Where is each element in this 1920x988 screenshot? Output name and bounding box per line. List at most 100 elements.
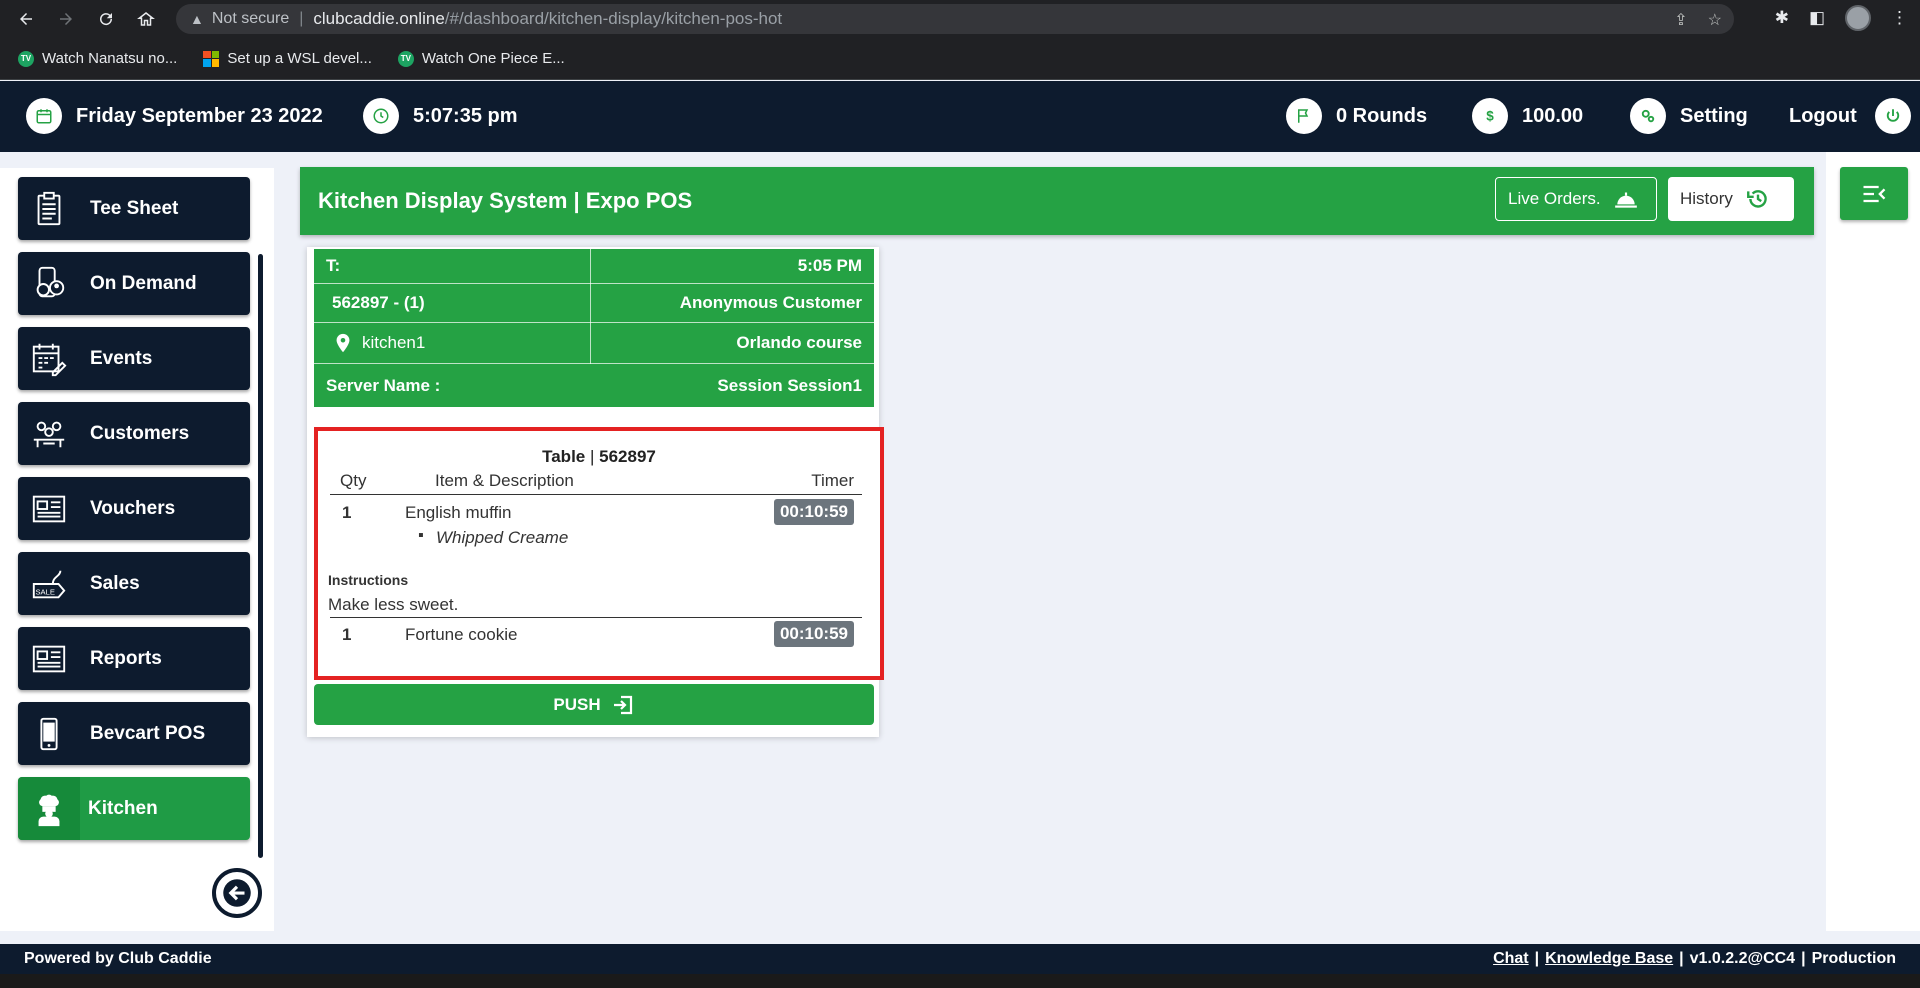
environment-text: Production [1811,950,1896,967]
logout-button[interactable]: Logout [1789,98,1911,134]
svg-text:SALE: SALE [35,587,54,596]
url-host: clubcaddie.online [313,9,445,28]
calendar-icon [26,98,62,134]
bookmark-label: Set up a WSL devel... [227,50,372,67]
bookmark-label: Watch Nanatsu no... [42,50,178,67]
order-items-panel[interactable]: Table | 562897 Qty Item & Description Ti… [314,427,884,680]
column-timer: Timer [811,471,854,490]
item-timer: 00:10:59 [773,621,854,647]
clipboard-icon [26,186,72,232]
logout-label: Logout [1789,104,1857,127]
history-icon [1746,190,1767,208]
sidebar-scrollbar[interactable] [258,254,263,858]
modifier-bullet: ▪ [418,527,424,544]
sidebar-item-label: Events [90,347,153,369]
bookmarks-bar: TV Watch Nanatsu no... Set up a WSL deve… [0,38,1920,80]
gears-icon [1630,98,1666,134]
sidebar-item-kitchen[interactable]: Kitchen [18,777,250,840]
ticket-t-label: T: [326,256,341,275]
sidebar: Tee Sheet On Demand Events Customers Vou… [0,168,274,931]
version-text: v1.0.2.2@CC4 [1689,950,1796,967]
warning-icon: ▲ [190,11,204,27]
chat-link[interactable]: Chat [1493,950,1529,968]
setting-button[interactable]: Setting [1630,98,1748,134]
profile-avatar[interactable] [1845,5,1871,31]
sidebar-item-events[interactable]: Events [18,327,250,390]
page-title-bar: Kitchen Display System | Expo POS Live O… [300,167,1814,235]
row-divider [330,617,862,618]
history-button[interactable]: History [1668,177,1794,221]
item-timer: 00:10:59 [773,499,854,525]
menu-toggle-button[interactable] [1840,167,1908,220]
sidebar-item-label: Reports [90,647,162,669]
collapse-sidebar-button[interactable] [212,868,262,918]
customers-icon [26,411,72,457]
bookmark-item[interactable]: TV Watch Nanatsu no... [18,50,177,67]
push-label: PUSH [553,694,601,714]
share-icon[interactable]: ⇪ [1674,10,1687,30]
date-display: Friday September 23 2022 [26,98,323,134]
sidebar-item-customers[interactable]: Customers [18,402,250,465]
table-number: 562897 [599,447,656,466]
item-name: English muffin [405,503,512,522]
push-button[interactable]: PUSH [314,684,874,725]
app-footer: Powered by Club Caddie Chat | Knowledge … [0,944,1920,974]
sidebar-item-reports[interactable]: Reports [18,627,250,690]
phone-person-icon [26,261,72,307]
item-name: Fortune cookie [405,625,518,644]
star-icon[interactable]: ☆ [1708,10,1722,30]
column-item: Item & Description [435,471,574,490]
forward-arrow-icon[interactable] [52,5,80,33]
sidebar-item-tee-sheet[interactable]: Tee Sheet [18,177,250,240]
course-name: Orlando course [736,333,862,352]
tv-icon: TV [397,50,414,67]
dollar-icon: $ [1472,98,1508,134]
order-id: 562897 - (1) [332,293,425,312]
knowledge-base-link[interactable]: Knowledge Base [1545,950,1673,968]
table-title: Table | 562897 [318,447,880,467]
sidebar-item-on-demand[interactable]: On Demand [18,252,250,315]
arrow-left-circle-icon [223,879,251,907]
calendar-edit-icon [26,336,72,382]
os-taskbar [0,974,1920,988]
item-qty: 1 [342,625,352,644]
sidebar-item-vouchers[interactable]: Vouchers [18,477,250,540]
sidebar-item-label: Kitchen [88,797,158,819]
rounds-count: 0 Rounds [1336,104,1428,127]
bookmark-item[interactable]: Set up a WSL devel... [203,50,372,67]
sidebar-item-sales[interactable]: SALE Sales [18,552,250,615]
url-path: /#/dashboard/kitchen-display/kitchen-pos… [444,9,783,28]
balance-display[interactable]: $ 100.00 [1472,98,1583,134]
table-label: Table [542,447,586,466]
service-bell-icon [1614,192,1637,208]
history-label: History [1680,189,1733,208]
right-rail [1826,152,1920,931]
reload-icon[interactable] [92,5,120,33]
sidebar-item-label: Vouchers [90,497,176,519]
current-time: 5:07:35 pm [413,104,518,127]
sale-tag-icon: SALE [26,561,72,607]
live-orders-button[interactable]: Live Orders. [1495,177,1657,221]
voucher-icon [26,486,72,532]
sidepanel-icon[interactable]: ◧ [1809,8,1825,28]
bookmark-label: Watch One Piece E... [421,50,565,67]
sidebar-item-bevcart-pos[interactable]: Bevcart POS [18,702,250,765]
back-arrow-icon[interactable] [12,5,40,33]
home-icon[interactable] [132,5,160,33]
mobile-icon [26,711,72,757]
column-qty: Qty [340,471,367,490]
item-modifier: Whipped Creame [436,528,569,547]
extensions-icon[interactable]: ✱ [1775,8,1789,28]
kebab-menu-icon[interactable]: ⋮ [1891,8,1908,28]
menu-collapse-icon [1863,185,1886,202]
address-bar[interactable]: ▲ Not secure | clubcaddie.online /#/dash… [176,4,1734,34]
rounds-display[interactable]: 0 Rounds [1286,98,1427,134]
footer-separator: | [1801,950,1806,967]
footer-separator: | [1679,950,1684,967]
bookmark-item[interactable]: TV Watch One Piece E... [397,50,565,67]
time-display: 5:07:35 pm [363,98,518,134]
ticket-header: T: 5:05 PM 562897 - (1) Anonymous Custom… [314,249,874,407]
kitchen-location: kitchen1 [362,333,426,352]
header-divider [330,494,862,495]
app-header: Friday September 23 2022 5:07:35 pm 0 Ro… [0,81,1920,152]
